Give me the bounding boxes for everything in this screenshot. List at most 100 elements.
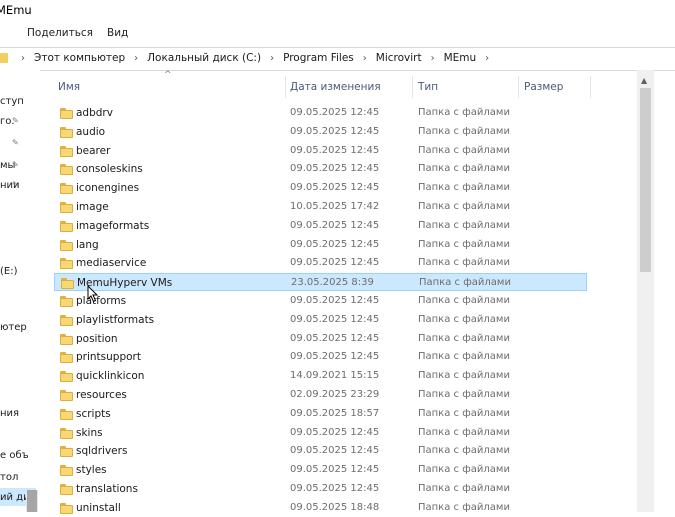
file-row[interactable]: printsupport 09.05.2025 12:45 Папка с файл… [54,348,587,366]
file-type: Папка с файлами [419,277,511,289]
file-date: 09.05.2025 12:45 [290,483,380,494]
file-type: Папка с файлами [418,501,510,513]
file-name: iconengines [76,182,140,195]
file-type: Папка с файлами [418,483,510,494]
column-divider[interactable] [285,76,286,98]
breadcrumb: › Этот компьютер › Локальный диск (C:) ›… [14,52,496,64]
nav-scrollbar-thumb[interactable] [27,490,37,512]
file-row[interactable]: position 09.05.2025 12:45 Папка с файлами [54,330,587,348]
folder-icon [61,278,74,290]
file-type: Папка с файлами [418,464,510,476]
file-row[interactable]: mediaservice 09.05.2025 12:45 Папка с файл… [54,254,587,272]
file-name: resources [76,389,127,401]
file-row[interactable]: adbdrv 09.05.2025 12:45 Папка с файлами [54,104,587,122]
folder-icon [60,202,73,213]
pin-icon: ✎ [12,180,19,189]
column-divider[interactable] [518,76,519,98]
file-type: Папка с файлами [418,163,510,175]
file-row[interactable]: lang 09.05.2025 12:45 Папка с файлами [54,236,587,254]
file-row[interactable]: quicklinkicon 14.09.2021 15:15 Папка с фай… [54,367,587,385]
file-name: consoleskins [76,163,143,176]
file-row[interactable]: platforms 09.05.2025 12:45 Папка с файлами [54,292,587,310]
file-row[interactable]: skins 09.05.2025 12:45 Папка с файлами [54,424,587,442]
ribbon-tab-share[interactable]: Поделиться [27,27,93,39]
breadcrumb-microvirt[interactable]: Microvirt [374,52,424,64]
window-title: MEmu [0,3,32,17]
breadcrumb-local-disk[interactable]: Локальный диск (C:) [145,52,263,64]
folder-icon [60,145,73,157]
file-type: Папка с файлами [418,332,510,344]
file-type: Папка с файлами [418,295,510,306]
file-row[interactable]: resources 02.09.2025 23:29 Папка с файлами [54,386,587,404]
file-date: 14.09.2021 15:15 [290,370,380,382]
file-row[interactable]: audio 09.05.2025 12:45 Папка с файлами [54,123,587,141]
file-row[interactable]: bearer 09.05.2025 12:45 Папка с файлами [54,142,587,160]
chevron-right-icon[interactable]: › [14,53,32,64]
column-header-size[interactable]: Размер [524,81,563,93]
chevron-right-icon[interactable]: › [356,53,374,64]
breadcrumb-this-pc[interactable]: Этот компьютер [32,52,127,64]
file-name: sqldrivers [76,445,128,458]
file-date: 02.09.2025 23:29 [290,389,380,400]
file-row[interactable]: consoleskins 09.05.2025 12:45 Папка с файл… [54,160,587,178]
nav-item[interactable]: ступ [0,96,24,107]
folder-icon [60,183,73,195]
file-type: Папка с файлами [418,238,510,250]
column-divider[interactable] [590,76,591,98]
column-header-type[interactable]: Тип [418,81,438,93]
breadcrumb-program-files[interactable]: Program Files [281,52,356,64]
file-row[interactable]: uninstall 09.05.2025 18:48 Папка с файлами [54,499,587,517]
file-date: 09.05.2025 12:45 [290,125,380,137]
breadcrumb-memu[interactable]: MEmu [442,52,479,64]
nav-item-drive-e[interactable]: (E:) [0,266,18,277]
file-name: styles [76,464,107,477]
file-type: Папка с файлами [418,144,510,156]
file-row[interactable]: scripts 09.05.2025 18:57 Папка с файлами [54,405,587,423]
file-name: playlistformats [76,313,155,326]
folder-icon [60,465,73,477]
folder-icon [60,164,73,176]
chevron-right-icon[interactable]: › [127,53,145,64]
file-row[interactable]: playlistformats 09.05.2025 12:45 Папка с ф… [54,311,587,329]
file-type: Папка с файлами [418,107,510,118]
file-row[interactable]: MemuHyperv VMs 23.05.2025 8:39 Папка с фай… [54,273,587,292]
file-row[interactable]: translations 09.05.2025 12:45 Папка с файл… [54,480,587,498]
nav-item[interactable]: тол [0,472,18,483]
file-type: Папка с файлами [418,426,510,438]
nav-item[interactable]: е объ [0,450,29,461]
ribbon: Поделиться Вид [0,22,675,44]
chevron-right-icon[interactable]: › [424,53,442,64]
file-row[interactable]: iconengines 09.05.2025 12:45 Папка с файла… [54,179,587,197]
file-row[interactable]: imageformats 09.05.2025 12:45 Папка с файл… [54,217,587,235]
file-row[interactable]: sqldrivers 09.05.2025 12:45 Папка с файлам… [54,442,587,460]
file-name: imageformats [76,219,150,232]
file-name: platforms [76,295,127,307]
file-date: 09.05.2025 12:45 [290,219,380,231]
file-name: adbdrv [76,107,113,119]
file-name: mediaservice [76,257,147,270]
chevron-right-icon[interactable]: › [263,53,281,64]
file-row[interactable]: styles 09.05.2025 12:45 Папка с файлами [54,461,587,479]
scrollbar-thumb[interactable] [640,88,651,272]
file-type: Папка с файлами [418,445,510,457]
file-date: 09.05.2025 12:45 [290,351,380,363]
file-name: scripts [76,407,111,420]
file-type: Папка с файлами [418,407,510,419]
column-header-date[interactable]: Дата изменения [290,81,381,93]
scroll-up-icon[interactable]: ▲ [641,76,647,85]
chevron-right-icon[interactable]: › [478,53,496,64]
folder-icon [60,296,73,307]
file-type: Папка с файлами [418,201,510,212]
pin-icon: ✎ [12,138,19,147]
address-bar[interactable]: › Этот компьютер › Локальный диск (C:) ›… [0,47,675,71]
column-header-name[interactable]: Имя [58,81,80,93]
file-name: audio [76,125,106,138]
vertical-scrollbar[interactable]: ▲ [637,70,654,512]
ribbon-tab-view[interactable]: Вид [107,27,128,39]
column-divider[interactable] [412,76,413,98]
pin-icon: ✎ [12,160,19,169]
nav-item[interactable]: ютер [0,322,27,333]
file-row[interactable]: image 10.05.2025 17:42 Папка с файлами [54,198,587,216]
nav-item[interactable]: ния [0,408,19,419]
column-header-row: ^ Имя Дата изменения Тип Размер [40,70,637,102]
